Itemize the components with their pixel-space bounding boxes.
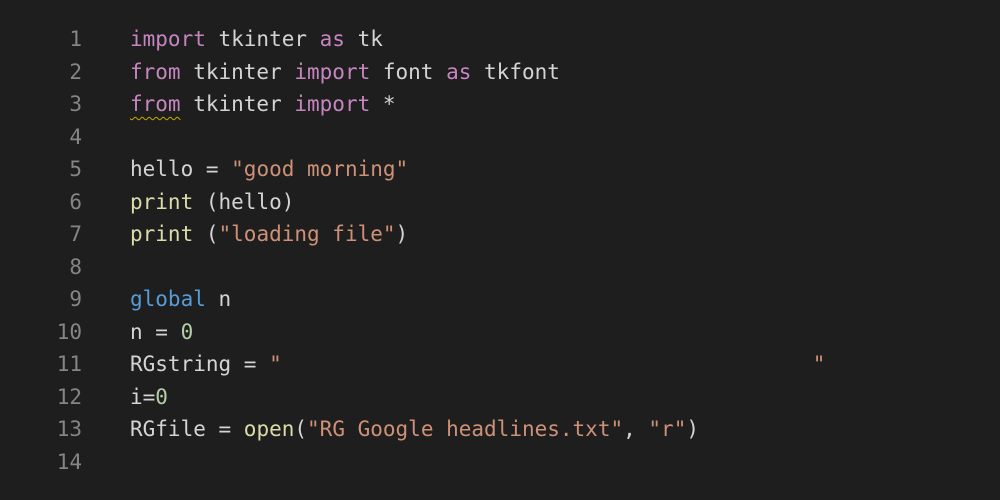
code-line[interactable]: 2 from tkinter import font as tkfont <box>0 56 1000 89</box>
code-token: tkinter <box>180 59 295 84</box>
code-token: RGstring = <box>130 352 270 376</box>
line-number: 9 <box>69 287 82 311</box>
code-token: " " <box>269 352 826 376</box>
code-token: ( <box>193 222 219 246</box>
code-line[interactable]: 8 <box>0 251 1000 284</box>
code-text[interactable]: import tkinter as tk <box>130 23 383 56</box>
code-line[interactable]: 7 print ("loading file") <box>0 218 1000 251</box>
line-number: 10 <box>56 319 82 344</box>
line-number: 8 <box>69 254 82 279</box>
code-editor[interactable]: 1 import tkinter as tk 2 from tkinter impor… <box>0 0 1000 500</box>
code-line[interactable]: 14 <box>0 446 1000 479</box>
code-line[interactable]: 9 global n <box>0 283 1000 316</box>
code-token: font <box>370 59 447 84</box>
code-line[interactable]: 11 RGstring = " " <box>0 348 1000 381</box>
code-text[interactable]: from tkinter import font as tkfont <box>130 56 560 89</box>
code-token: "good morning" <box>231 157 409 181</box>
code-token: 0 <box>180 319 194 344</box>
line-number: 7 <box>69 222 82 246</box>
line-number: 2 <box>69 59 82 84</box>
line-number: 3 <box>69 92 82 116</box>
line-number: 5 <box>69 157 82 181</box>
code-token: tk <box>344 27 383 51</box>
code-token: ) <box>686 417 699 441</box>
code-token: tkinter <box>180 92 295 116</box>
code-token: as <box>319 27 345 51</box>
code-line[interactable]: 3 from tkinter import * <box>0 88 1000 121</box>
code-token: 0 <box>155 384 168 409</box>
code-token: , <box>623 417 649 441</box>
code-token: i= <box>130 384 156 409</box>
code-text[interactable]: i=0 <box>130 381 168 414</box>
line-number: 1 <box>69 27 82 51</box>
code-text[interactable]: print (hello) <box>130 186 294 219</box>
code-token: import <box>294 59 371 84</box>
code-token: hello = <box>130 157 232 181</box>
code-token: as <box>446 59 472 84</box>
code-text[interactable]: hello = "good morning" <box>130 153 408 186</box>
code-line[interactable]: 4 <box>0 121 1000 154</box>
code-token: from <box>130 59 181 84</box>
code-line[interactable]: 5 hello = "good morning" <box>0 153 1000 186</box>
code-text[interactable]: global n <box>130 283 231 316</box>
code-token: tkinter <box>205 27 320 51</box>
code-token: n <box>205 287 232 311</box>
line-number: 11 <box>56 352 82 376</box>
code-token: "loading file" <box>218 222 396 246</box>
code-token: (hello) <box>193 189 295 214</box>
code-line[interactable]: 13 RGfile = open("RG Google headlines.txt… <box>0 413 1000 446</box>
line-number: 4 <box>69 124 82 149</box>
code-text[interactable]: n = 0 <box>130 316 193 349</box>
line-number: 12 <box>56 384 82 409</box>
code-line[interactable]: 10 n = 0 <box>0 316 1000 349</box>
code-text[interactable]: from tkinter import * <box>130 88 396 121</box>
code-line[interactable]: 12 i=0 <box>0 381 1000 414</box>
code-token: open <box>243 417 295 441</box>
code-token: tkfont <box>471 59 560 84</box>
code-token: import <box>294 92 371 116</box>
code-token: "RG Google headlines.txt" <box>307 417 624 441</box>
code-token: import <box>130 27 206 51</box>
code-token: n = <box>130 319 181 344</box>
code-text[interactable]: print ("loading file") <box>130 218 408 251</box>
code-token: print <box>130 222 194 246</box>
code-line[interactable]: 1 import tkinter as tk <box>0 23 1000 56</box>
line-number: 6 <box>69 189 82 214</box>
code-token: ( <box>294 417 308 441</box>
code-token: RGfile = <box>130 417 244 441</box>
code-token: from <box>130 92 181 116</box>
code-token: global <box>130 287 206 311</box>
code-text[interactable]: RGstring = " " <box>130 348 825 381</box>
code-token: ) <box>395 222 409 246</box>
code-line[interactable]: 6 print (hello) <box>0 186 1000 219</box>
code-token: print <box>130 189 194 214</box>
code-token: "r" <box>648 417 687 441</box>
line-number: 13 <box>56 417 82 441</box>
line-number: 14 <box>56 449 82 474</box>
code-text[interactable]: RGfile = open("RG Google headlines.txt",… <box>130 413 699 446</box>
code-token: * <box>370 92 396 116</box>
